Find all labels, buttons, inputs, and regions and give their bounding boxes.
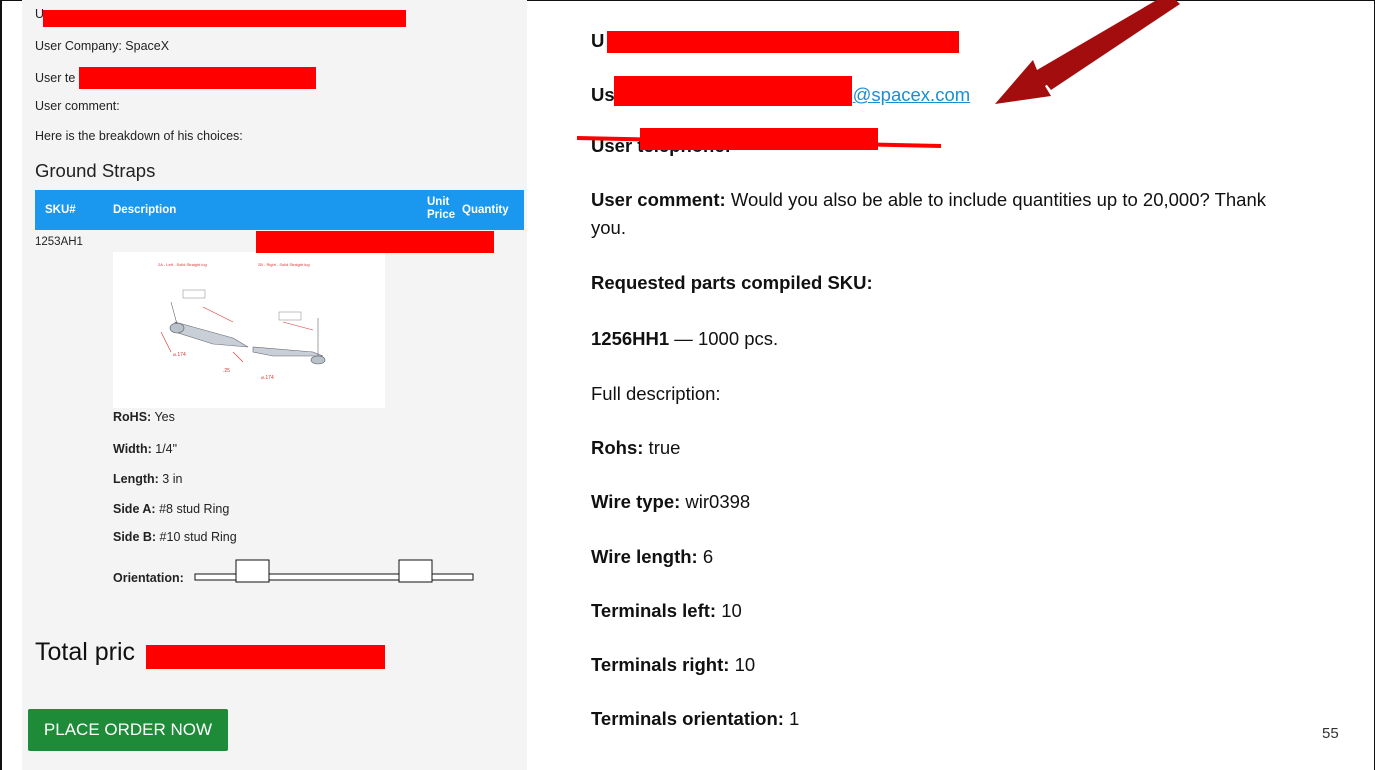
spec-rohs: Rohs: true — [591, 437, 681, 458]
full-description-label: Full description: — [591, 383, 721, 404]
section-title: Ground Straps — [35, 160, 156, 181]
product-drawing: 2A - Left - Solid Straight lug 2B - Righ… — [113, 252, 385, 408]
prop-orientation: Orientation: — [113, 571, 184, 585]
prop-side-b: Side B: #10 stud Ring — [113, 530, 237, 544]
sku-line: 1256HH1 — 1000 pcs. — [591, 328, 779, 349]
dim-label-2: .25 — [223, 368, 230, 374]
user-company-line: User Company: SpaceX — [35, 39, 170, 53]
annotation-arrow-icon — [995, 0, 1180, 104]
spec-wire-type: Wire type: wir0398 — [591, 491, 751, 512]
col-unit-price-1: Unit — [427, 196, 450, 208]
redaction-bar — [614, 76, 852, 106]
dim-label-3: ⌀.174 — [261, 375, 274, 381]
redaction-bar — [43, 10, 406, 27]
comment-line-2: you. — [591, 217, 626, 238]
row-sku: 1253AH1 — [35, 236, 83, 248]
spec-terminals-left: Terminals left: 10 — [591, 600, 742, 621]
strikethrough-line — [576, 136, 942, 148]
total-price-line: Total pric — [35, 638, 136, 666]
drawing-label-left: 2A - Left - Solid Straight lug — [158, 262, 207, 267]
compiled-sku-label: Requested parts compiled SKU: — [591, 272, 873, 293]
prop-width: Width: 1/4" — [113, 442, 178, 456]
prop-rohs: RoHS: Yes — [113, 410, 175, 424]
prop-side-a: Side A: #8 stud Ring — [113, 502, 230, 516]
spec-terminals-right: Terminals right: 10 — [591, 654, 756, 675]
dim-label-1: ⌀.174 — [173, 352, 186, 358]
breakdown-line: Here is the breakdown of his choices: — [35, 129, 243, 143]
page-number: 55 — [1322, 725, 1339, 742]
redaction-bar — [256, 231, 494, 253]
spec-terminals-orientation: Terminals orientation: 1 — [591, 708, 800, 729]
orientation-diagram — [194, 559, 474, 583]
drawing-label-right: 2B - Right - Solid Straight lug — [258, 262, 310, 267]
user-comment-line: User comment: — [35, 99, 120, 113]
comment-line: User comment: Would you also be able to … — [591, 189, 1266, 210]
redaction-bar — [607, 31, 959, 53]
col-unit-price-2: Price — [427, 209, 456, 221]
parts-table-header: SKU# Description Unit Price Quantity — [35, 190, 524, 230]
col-sku: SKU# — [45, 204, 76, 216]
user-phone-line: User te — [35, 71, 76, 85]
col-quantity: Quantity — [462, 204, 509, 216]
redaction-bar — [79, 67, 316, 89]
spec-wire-length: Wire length: 6 — [591, 546, 714, 567]
email-link[interactable]: @spacex.com — [853, 84, 971, 105]
col-description: Description — [113, 204, 177, 216]
redaction-bar — [146, 645, 385, 669]
user-name-line: U — [591, 30, 605, 51]
place-order-button[interactable]: PLACE ORDER NOW — [28, 709, 228, 751]
prop-length: Length: 3 in — [113, 472, 183, 486]
